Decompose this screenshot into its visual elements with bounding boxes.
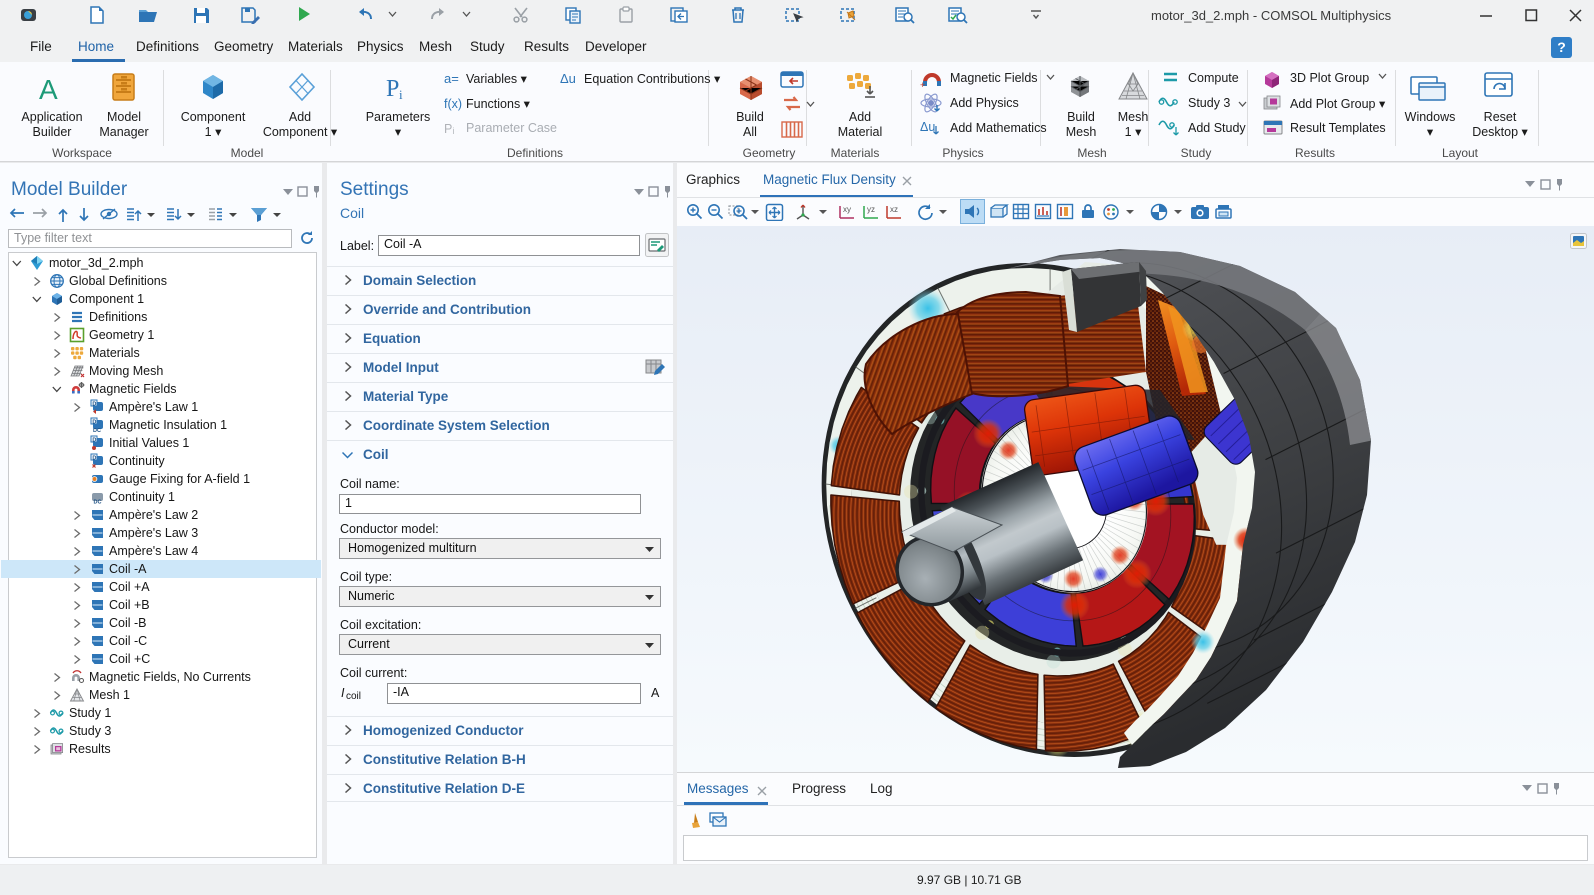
svg-text:D: D <box>92 437 96 443</box>
svg-text:xz: xz <box>890 205 898 214</box>
svg-text:D: D <box>92 401 96 407</box>
svg-text:xy: xy <box>843 205 851 214</box>
svg-text:i: i <box>399 87 403 102</box>
svg-text:D: D <box>92 455 96 461</box>
svg-text:+: + <box>920 80 925 90</box>
svg-text:Δu: Δu <box>920 120 935 134</box>
svg-text:A: A <box>39 74 58 104</box>
svg-text:DC: DC <box>94 500 102 506</box>
svg-text:Δu: Δu <box>560 71 576 86</box>
svg-text:a=: a= <box>444 71 459 86</box>
svg-text:D: D <box>92 419 96 425</box>
svg-text:Pᵢ: Pᵢ <box>444 122 454 136</box>
svg-text:f(x): f(x) <box>444 97 462 111</box>
svg-text:yz: yz <box>867 205 875 214</box>
svg-text:P: P <box>386 76 399 102</box>
svg-text:DC: DC <box>93 428 101 433</box>
